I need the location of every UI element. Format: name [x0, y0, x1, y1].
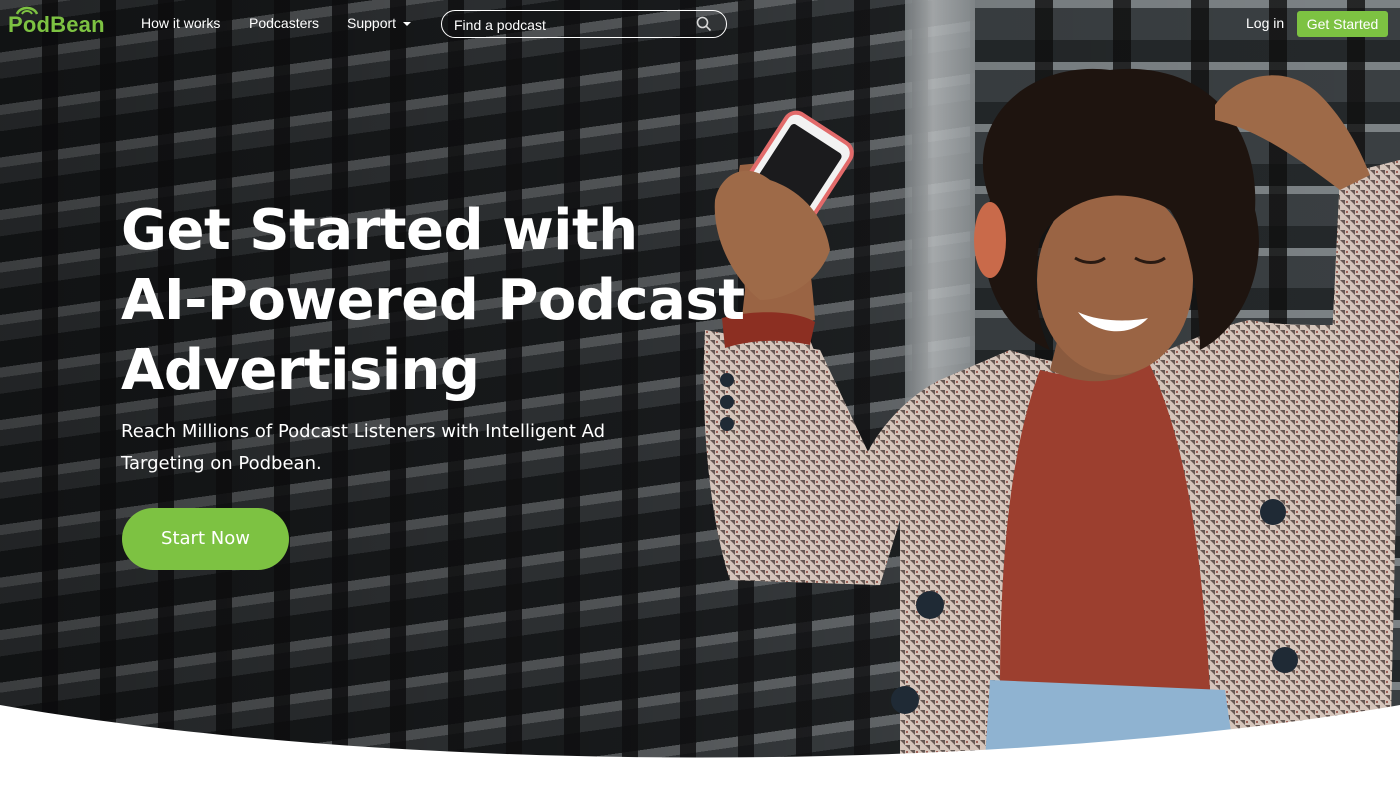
chevron-down-icon: [403, 22, 412, 27]
login-link[interactable]: Log in: [1246, 15, 1284, 31]
nav-link-support-label: Support: [347, 15, 397, 31]
get-started-button[interactable]: Get Started: [1297, 11, 1388, 37]
nav-link-podcasters[interactable]: Podcasters: [249, 15, 319, 31]
search-icon[interactable]: [696, 16, 712, 32]
hero-headline-line: Get Started with: [121, 198, 638, 263]
nav-link-how-it-works[interactable]: How it works: [141, 15, 220, 31]
nav-link-support[interactable]: Support: [347, 15, 412, 31]
hero-bottom-curve: [0, 705, 1400, 795]
hero-headline-line: Advertising: [121, 338, 480, 403]
hero-subheadline: Reach Millions of Podcast Listeners with…: [121, 421, 606, 474]
hero-headline: Get Started with AI-Powered Podcast Adve…: [121, 196, 761, 406]
start-now-button[interactable]: Start Now: [122, 508, 289, 570]
podbean-logo[interactable]: PodBean: [8, 12, 105, 38]
hero-headline-line: AI-Powered Podcast: [121, 268, 745, 333]
search-input[interactable]: [452, 14, 696, 36]
search-bar: [441, 10, 727, 38]
top-navigation: PodBean How it works Podcasters Support …: [0, 0, 1400, 48]
